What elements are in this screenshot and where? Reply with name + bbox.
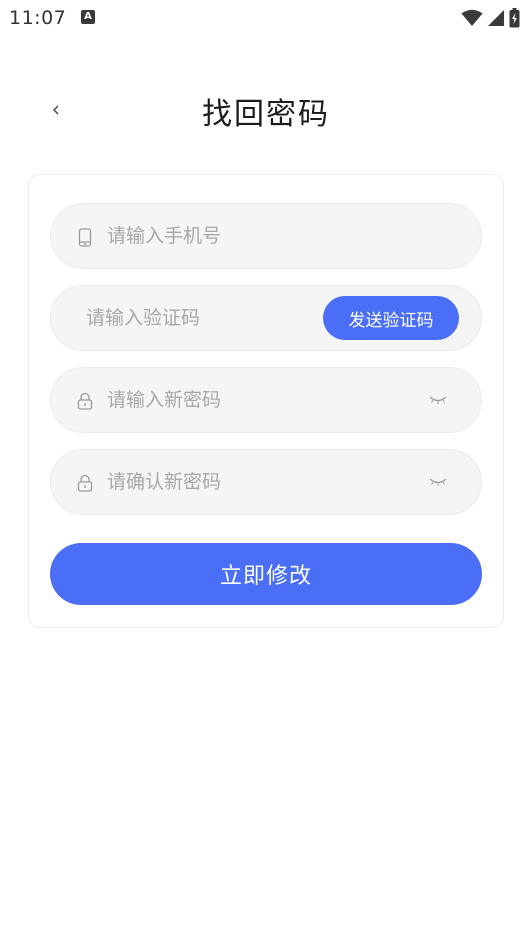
confirm-password-field <box>50 449 482 515</box>
new-password-field <box>50 367 482 433</box>
eye-closed-icon[interactable] <box>429 390 447 410</box>
header: 找回密码 <box>0 75 532 145</box>
status-time: 11:07 <box>9 7 67 29</box>
screen: 11:07 A 找回密码 请输入手机号 请输入验证码 发送验证码 立即修改 <box>0 0 532 945</box>
cell-signal-icon <box>488 10 504 26</box>
new-password-input[interactable] <box>107 368 397 432</box>
a-notification-icon: A <box>81 10 95 24</box>
send-code-button[interactable]: 发送验证码 <box>323 296 459 340</box>
phone-input[interactable] <box>107 204 397 268</box>
code-field: 发送验证码 <box>50 285 482 351</box>
form-card: 发送验证码 <box>28 174 504 628</box>
eye-closed-icon[interactable] <box>429 472 447 492</box>
page-title: 找回密码 <box>202 97 330 132</box>
battery-icon <box>509 8 520 28</box>
status-icons <box>461 7 520 29</box>
confirm-password-input[interactable] <box>107 450 397 514</box>
lock-icon <box>77 391 93 411</box>
submit-button[interactable]: 立即修改 <box>50 543 482 605</box>
phone-field <box>50 203 482 269</box>
phone-icon <box>77 227 93 247</box>
status-bar: 11:07 A <box>0 0 532 38</box>
wifi-icon <box>461 9 483 26</box>
lock-icon <box>77 473 93 493</box>
